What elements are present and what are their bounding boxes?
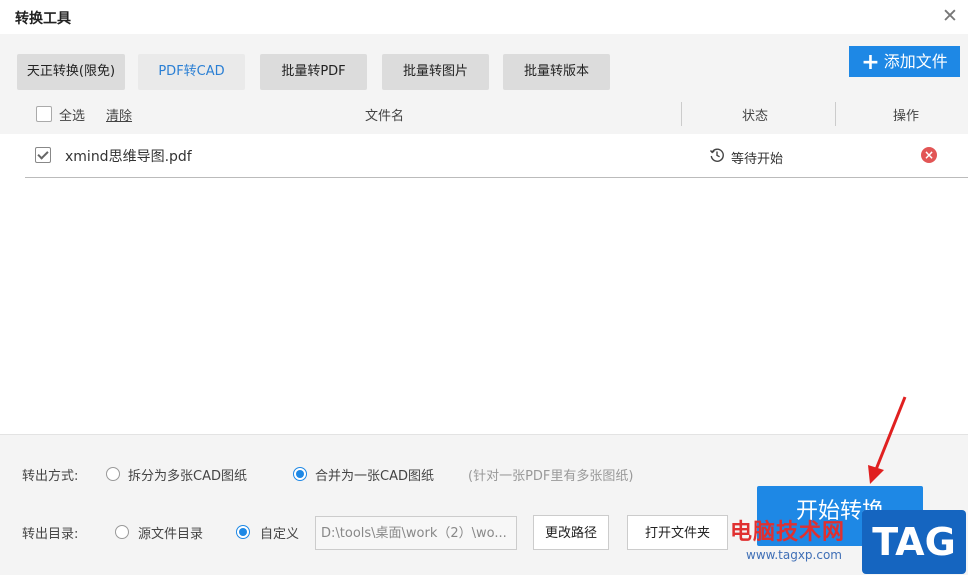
radio-split-mode[interactable] [106,467,120,481]
output-dir-label: 转出目录: [22,527,79,542]
table-row[interactable]: xmind思维导图.pdf 等待开始 × [25,136,968,178]
column-header-status: 状态 [742,109,769,124]
clock-history-icon [709,147,725,167]
table-header: 全选 清除 文件名 状态 操作 [0,100,968,132]
mode-note: (针对一张PDF里有多张图纸) [468,469,634,484]
column-divider [835,102,836,126]
window-title: 转换工具 [15,11,71,27]
delete-icon[interactable]: × [921,147,937,163]
row-checkbox[interactable] [35,147,51,163]
split-mode-label[interactable]: 拆分为多张CAD图纸 [128,465,247,484]
tab-batch-to-pdf[interactable]: 批量转PDF [260,54,367,90]
select-all-checkbox[interactable] [36,106,52,122]
column-header-action: 操作 [893,109,920,124]
column-divider [681,102,682,126]
merge-mode-label[interactable]: 合并为一张CAD图纸 [315,465,434,484]
plus-icon: + [861,50,880,75]
add-file-label: 添加文件 [883,52,948,71]
watermark-tag-logo: TAG [862,510,966,574]
watermark-url: www.tagxp.com [746,548,842,562]
clear-link[interactable]: 清除 [106,105,132,124]
open-folder-button[interactable]: 打开文件夹 [627,515,728,550]
watermark-site-name: 电脑技术网 [730,520,846,545]
column-header-filename: 文件名 [365,109,405,124]
toolbar: 天正转换(限免) PDF转CAD 批量转PDF 批量转图片 批量转版本 + 添加文… [0,34,968,134]
radio-source-dir[interactable] [115,525,129,539]
source-dir-label[interactable]: 源文件目录 [138,523,203,542]
title-bar: 转换工具 ✕ [0,0,968,34]
custom-dir-label[interactable]: 自定义 [260,523,299,542]
radio-custom-dir[interactable] [236,525,250,539]
tab-pdf-to-cad[interactable]: PDF转CAD [138,54,245,90]
row-status: 等待开始 [731,152,784,167]
tab-batch-to-image[interactable]: 批量转图片 [382,54,489,90]
tab-tianzheng[interactable]: 天正转换(限免) [17,54,125,90]
close-icon[interactable]: ✕ [938,4,962,28]
select-all-label[interactable]: 全选 [59,105,85,124]
change-path-button[interactable]: 更改路径 [533,515,609,550]
add-file-button[interactable]: + 添加文件 [849,46,960,77]
row-filename: xmind思维导图.pdf [65,149,192,165]
tab-batch-to-version[interactable]: 批量转版本 [503,54,610,90]
radio-merge-mode[interactable] [293,467,307,481]
output-mode-label: 转出方式: [22,469,79,484]
output-path-field[interactable]: D:\tools\桌面\work（2）\wo... [315,516,517,550]
